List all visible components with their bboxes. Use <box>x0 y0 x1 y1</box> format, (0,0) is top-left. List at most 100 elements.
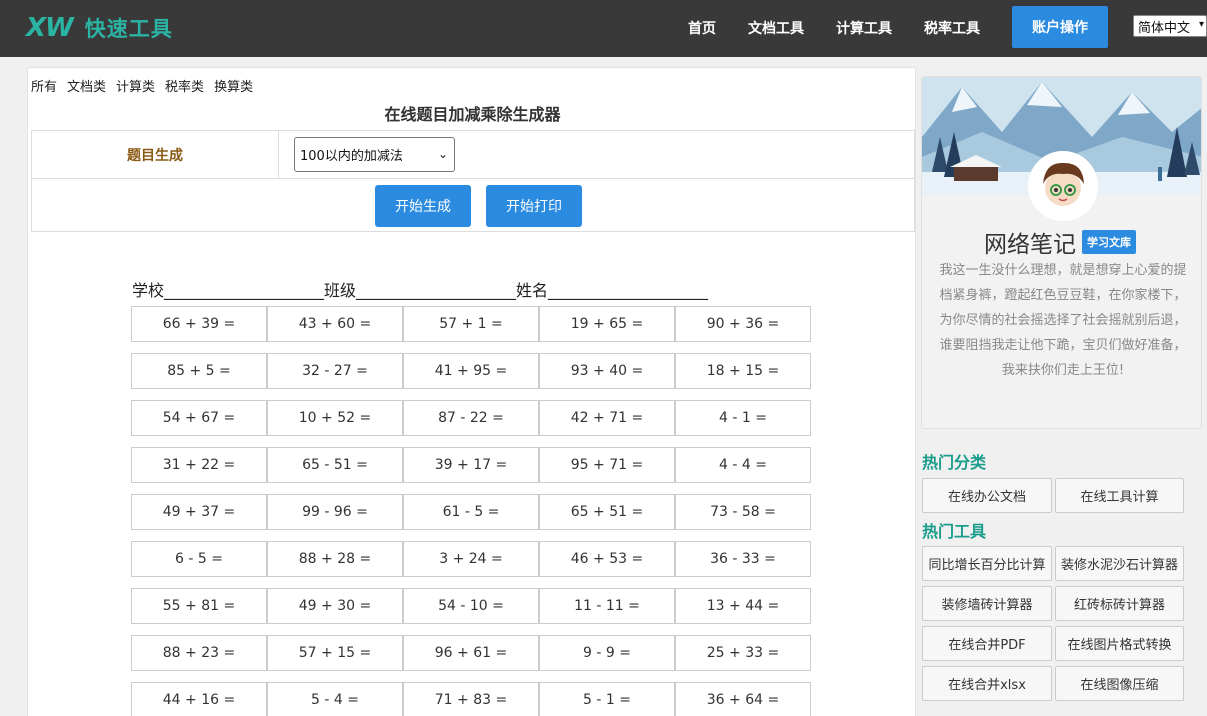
problem-row: 54 + 67 = 10 + 52 = 87 - 22 = 42 + 71 = 4 - … <box>131 400 811 436</box>
problem-cell: 65 + 51 = <box>539 494 675 530</box>
language-value: 简体中文 <box>1138 20 1191 36</box>
problem-cell: 32 - 27 = <box>267 353 403 389</box>
problem-cell: 44 + 16 = <box>131 682 267 716</box>
problem-row: 85 + 5 = 32 - 27 = 41 + 95 = 93 + 40 = 18 + … <box>131 353 811 389</box>
problem-cell: 41 + 95 = <box>403 353 539 389</box>
problem-row: 44 + 16 = 5 - 4 = 71 + 83 = 5 - 1 = 36 + 64 … <box>131 682 811 716</box>
problem-cell: 5 - 4 = <box>267 682 403 716</box>
print-button[interactable]: 开始打印 <box>486 185 582 227</box>
hot-tool-wall-tile[interactable]: 装修墙砖计算器 <box>922 586 1052 621</box>
category-docs[interactable]: 文档类 <box>67 76 106 95</box>
problem-cell: 36 - 33 = <box>675 541 811 577</box>
problem-cell: 66 + 39 = <box>131 306 267 342</box>
problem-row: 55 + 81 = 49 + 30 = 54 - 10 = 11 - 11 = 13 +… <box>131 588 811 624</box>
profile-name-row: 网络笔记 学习文库 <box>984 225 1136 259</box>
problem-cell: 87 - 22 = <box>403 400 539 436</box>
problem-cell: 88 + 28 = <box>267 541 403 577</box>
problem-cell: 11 - 11 = <box>539 588 675 624</box>
hot-category-tool-calc[interactable]: 在线工具计算 <box>1055 478 1184 513</box>
problem-cell: 6 - 5 = <box>131 541 267 577</box>
problem-cell: 46 + 53 = <box>539 541 675 577</box>
problem-cell: 3 + 24 = <box>403 541 539 577</box>
hot-tool-merge-xlsx[interactable]: 在线合并xlsx <box>922 666 1052 701</box>
problem-cell: 19 + 65 = <box>539 306 675 342</box>
problem-cell: 4 - 1 = <box>675 400 811 436</box>
account-button[interactable]: 账户操作 <box>1012 6 1108 48</box>
problem-cell: 96 + 61 = <box>403 635 539 671</box>
site-logo[interactable]: XW 快速工具 <box>26 10 173 46</box>
problem-cell: 49 + 30 = <box>267 588 403 624</box>
nav-home[interactable]: 首页 <box>688 18 716 38</box>
problem-cell: 90 + 36 = <box>675 306 811 342</box>
page-title: 在线题目加减乘除生成器 <box>384 105 561 124</box>
category-tax[interactable]: 税率类 <box>165 76 204 95</box>
problem-cell: 55 + 81 = <box>131 588 267 624</box>
problem-cell: 65 - 51 = <box>267 447 403 483</box>
problem-cell: 88 + 23 = <box>131 635 267 671</box>
hot-tool-image-convert[interactable]: 在线图片格式转换 <box>1055 626 1184 661</box>
worksheet-header: 学校____________________班级________________… <box>132 281 709 300</box>
problem-cell: 4 - 4 = <box>675 447 811 483</box>
avatar[interactable] <box>1028 151 1098 221</box>
profile-card: 网络笔记 学习文库 我这一生没什么理想，就是想穿上心爱的提档紧身裤，蹬起红色豆豆… <box>921 76 1202 429</box>
language-select[interactable]: 简体中文 ▾ <box>1133 15 1207 37</box>
profile-bio: 我这一生没什么理想，就是想穿上心爱的提档紧身裤，蹬起红色豆豆鞋，在你家楼下，为你… <box>939 263 1187 378</box>
problem-row: 31 + 22 = 65 - 51 = 39 + 17 = 95 + 71 = 4 - … <box>131 447 811 483</box>
hot-tool-red-brick[interactable]: 红砖标砖计算器 <box>1055 586 1184 621</box>
hot-tool-cement-calc[interactable]: 装修水泥沙石计算器 <box>1055 546 1184 581</box>
problem-cell: 25 + 33 = <box>675 635 811 671</box>
hot-tools-title: 热门工具 <box>922 522 987 541</box>
problem-cell: 99 - 96 = <box>267 494 403 530</box>
hot-category-office-docs[interactable]: 在线办公文档 <box>922 478 1052 513</box>
problem-row: 6 - 5 = 88 + 28 = 3 + 24 = 46 + 53 = 36 - 33… <box>131 541 811 577</box>
problem-row: 88 + 23 = 57 + 15 = 96 + 61 = 9 - 9 = 25 + 3… <box>131 635 811 671</box>
problem-cell: 54 - 10 = <box>403 588 539 624</box>
category-all[interactable]: 所有 <box>31 76 57 95</box>
generator-form: 题目生成 100以内的加减法 ⌄ 开始生成 开始打印 <box>31 130 915 232</box>
problem-cell: 61 - 5 = <box>403 494 539 530</box>
problem-cell: 39 + 17 = <box>403 447 539 483</box>
category-links: 所有 文档类 计算类 税率类 换算类 <box>31 76 253 95</box>
problem-grid: 66 + 39 = 43 + 60 = 57 + 1 = 19 + 65 = 90 + … <box>131 306 811 716</box>
problem-cell: 9 - 9 = <box>539 635 675 671</box>
nav-tax-tools[interactable]: 税率工具 <box>924 18 980 38</box>
category-convert[interactable]: 换算类 <box>214 76 253 95</box>
problem-cell: 5 - 1 = <box>539 682 675 716</box>
hot-tool-yoy-growth[interactable]: 同比增长百分比计算 <box>922 546 1052 581</box>
form-row-type: 题目生成 100以内的加减法 ⌄ <box>32 131 914 179</box>
avatar-image <box>1031 154 1095 218</box>
problem-type-select[interactable]: 100以内的加减法 ⌄ <box>294 137 455 172</box>
problem-cell: 57 + 1 = <box>403 306 539 342</box>
top-navigation-bar: XW 快速工具 首页 文档工具 计算工具 税率工具 账户操作 简体中文 ▾ <box>0 0 1207 57</box>
problem-cell: 71 + 83 = <box>403 682 539 716</box>
hot-tool-merge-pdf[interactable]: 在线合并PDF <box>922 626 1052 661</box>
main-panel: 所有 文档类 计算类 税率类 换算类 在线题目加减乘除生成器 题目生成 100以… <box>27 67 916 716</box>
problem-cell: 57 + 15 = <box>267 635 403 671</box>
problem-cell: 36 + 64 = <box>675 682 811 716</box>
problem-cell: 10 + 52 = <box>267 400 403 436</box>
problem-cell: 85 + 5 = <box>131 353 267 389</box>
problem-cell: 43 + 60 = <box>267 306 403 342</box>
problem-cell: 54 + 67 = <box>131 400 267 436</box>
problem-cell: 18 + 15 = <box>675 353 811 389</box>
chevron-down-icon: ⌄ <box>437 147 448 161</box>
problem-cell: 73 - 58 = <box>675 494 811 530</box>
nav-calc-tools[interactable]: 计算工具 <box>836 18 892 38</box>
nav-doc-tools[interactable]: 文档工具 <box>748 18 804 38</box>
generate-button[interactable]: 开始生成 <box>375 185 471 227</box>
hot-categories-title: 热门分类 <box>922 453 987 472</box>
problem-cell: 49 + 37 = <box>131 494 267 530</box>
problem-row: 66 + 39 = 43 + 60 = 57 + 1 = 19 + 65 = 90 + … <box>131 306 811 342</box>
problem-cell: 13 + 44 = <box>675 588 811 624</box>
hot-tool-image-compress[interactable]: 在线图像压缩 <box>1055 666 1184 701</box>
problem-type-value: 100以内的加减法 <box>300 149 403 164</box>
problem-cell: 42 + 71 = <box>539 400 675 436</box>
profile-name[interactable]: 网络笔记 <box>984 225 1076 259</box>
logo-mark: XW <box>26 13 74 43</box>
profile-badge[interactable]: 学习文库 <box>1082 230 1136 254</box>
problem-cell: 95 + 71 = <box>539 447 675 483</box>
form-label: 题目生成 <box>32 131 279 178</box>
category-calc[interactable]: 计算类 <box>116 76 155 95</box>
problem-cell: 31 + 22 = <box>131 447 267 483</box>
problem-cell: 93 + 40 = <box>539 353 675 389</box>
